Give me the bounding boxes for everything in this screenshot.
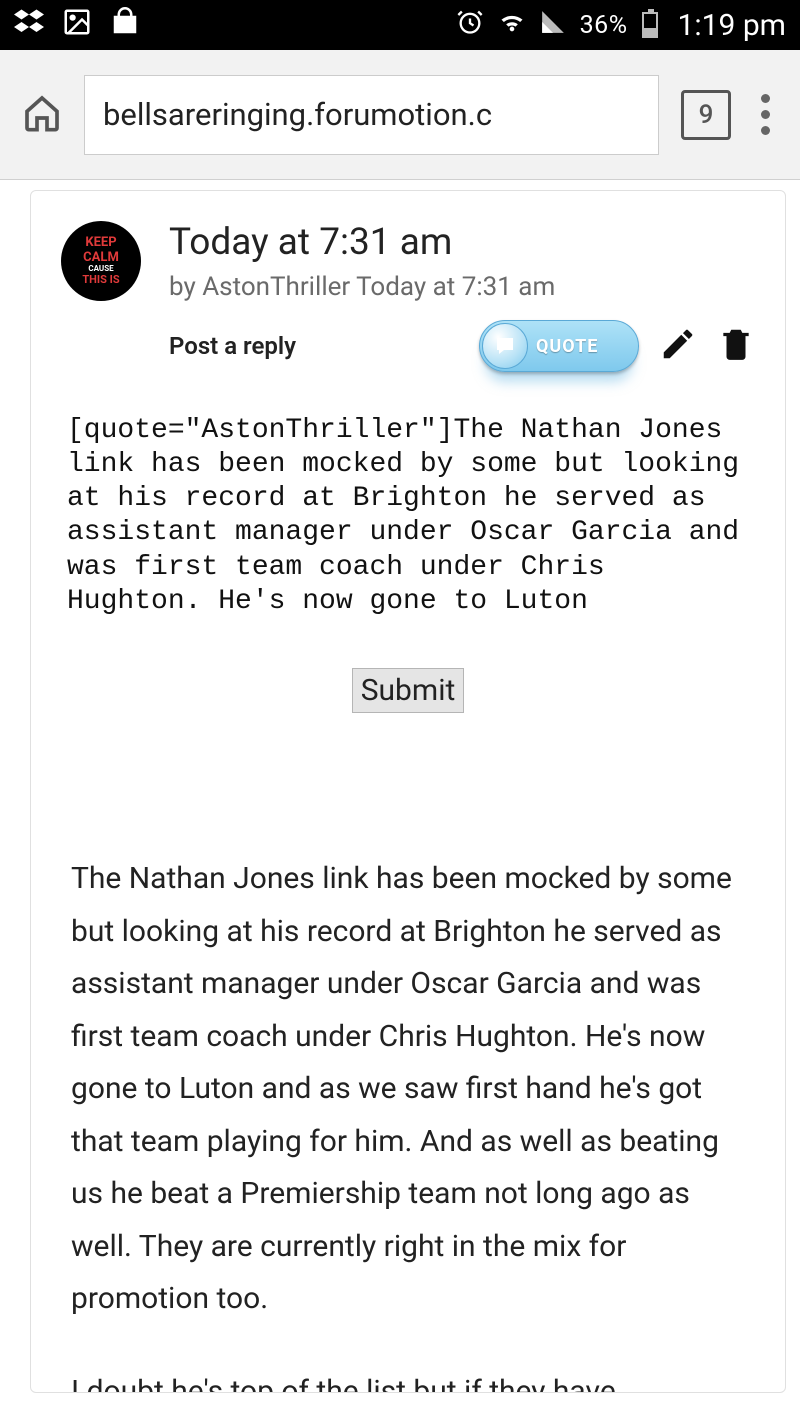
tabs-count: 9 [699,100,714,130]
home-icon[interactable] [22,93,62,137]
post-paragraph: I doubt he's top of the list but if they… [31,1366,785,1392]
battery-percent: 36% [580,11,628,40]
tabs-button[interactable]: 9 [681,90,731,140]
speech-bubble-icon [482,323,528,369]
signal-icon [540,9,566,42]
battery-icon [642,12,658,38]
image-icon [62,7,92,44]
avatar[interactable]: KEEP CALM CAUSE THIS IS [61,221,141,301]
url-bar[interactable]: bellsareringing.forumotion.c [84,75,659,155]
url-text: bellsareringing.forumotion.c [103,96,492,133]
forum-post: KEEP CALM CAUSE THIS IS Today at 7:31 am… [30,190,786,1393]
trash-icon[interactable] [717,325,755,367]
post-byline: by AstonThriller Today at 7:31 am [169,272,755,302]
post-reply-heading: Post a reply [169,332,296,360]
dropbox-icon [14,7,44,44]
wifi-icon [498,8,526,43]
page-content: KEEP CALM CAUSE THIS IS Today at 7:31 am… [0,180,800,1393]
quote-label: QUOTE [536,336,598,357]
pencil-icon[interactable] [659,325,697,367]
chrome-toolbar: bellsareringing.forumotion.c 9 [0,50,800,180]
post-body: The Nathan Jones link has been mocked by… [31,713,785,1326]
quote-button[interactable]: QUOTE [479,320,639,372]
overflow-menu-icon[interactable] [753,94,778,135]
shopping-bag-icon [110,7,140,44]
android-status-bar: 36% 1:19 pm [0,0,800,50]
post-title[interactable]: Today at 7:31 am [169,221,755,264]
reply-textarea[interactable] [67,414,749,624]
clock-time: 1:19 pm [678,8,786,43]
post-paragraph: The Nathan Jones link has been mocked by… [71,853,745,1326]
alarm-icon [456,8,484,43]
submit-button[interactable]: Submit [352,668,465,713]
